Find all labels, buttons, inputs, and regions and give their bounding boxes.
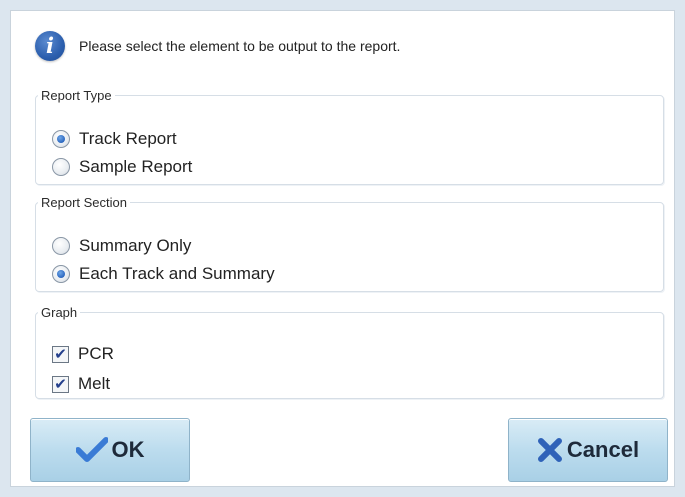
- report-section-legend: Report Section: [41, 195, 127, 210]
- radio-track-report-button[interactable]: [52, 130, 70, 148]
- cancel-button-label: Cancel: [566, 437, 640, 462]
- radio-summary-only[interactable]: Summary Only: [52, 232, 191, 260]
- report-section-group: Report Section Summary Only Each Track a…: [35, 195, 664, 292]
- radio-each-track-summary-label: Each Track and Summary: [79, 264, 275, 283]
- report-type-group: Report Type Track Report Sample Report: [35, 88, 664, 185]
- radio-summary-only-button[interactable]: [52, 237, 70, 255]
- graph-group: Graph ✔ PCR ✔ Melt: [35, 305, 664, 399]
- cancel-button[interactable]: Cancel: [508, 418, 668, 482]
- radio-track-report[interactable]: Track Report: [52, 125, 177, 153]
- radio-sample-report-label: Sample Report: [79, 157, 193, 176]
- report-output-dialog: i Please select the element to be output…: [10, 10, 675, 487]
- graph-legend: Graph: [41, 305, 78, 320]
- ok-button-label: OK: [111, 437, 145, 462]
- x-icon: [537, 437, 563, 463]
- report-type-legend: Report Type: [41, 88, 112, 103]
- ok-button[interactable]: OK: [30, 418, 190, 482]
- checkbox-melt[interactable]: ✔ Melt: [52, 370, 110, 398]
- checkbox-melt-box[interactable]: ✔: [52, 375, 69, 393]
- radio-track-report-label: Track Report: [79, 129, 177, 148]
- checkbox-pcr-label: PCR: [78, 344, 114, 363]
- checkmark-icon: [75, 437, 108, 463]
- info-message: Please select the element to be output t…: [79, 38, 401, 54]
- radio-sample-report-button[interactable]: [52, 158, 70, 176]
- radio-summary-only-label: Summary Only: [79, 236, 192, 255]
- info-icon: i: [35, 31, 65, 61]
- radio-sample-report[interactable]: Sample Report: [52, 153, 192, 181]
- info-message-row: i Please select the element to be output…: [35, 30, 400, 62]
- checkbox-melt-label: Melt: [78, 374, 111, 393]
- radio-each-track-summary[interactable]: Each Track and Summary: [52, 260, 275, 288]
- radio-each-track-summary-button[interactable]: [52, 265, 70, 283]
- checkbox-pcr-box[interactable]: ✔: [52, 345, 69, 363]
- checkbox-pcr[interactable]: ✔ PCR: [52, 340, 114, 368]
